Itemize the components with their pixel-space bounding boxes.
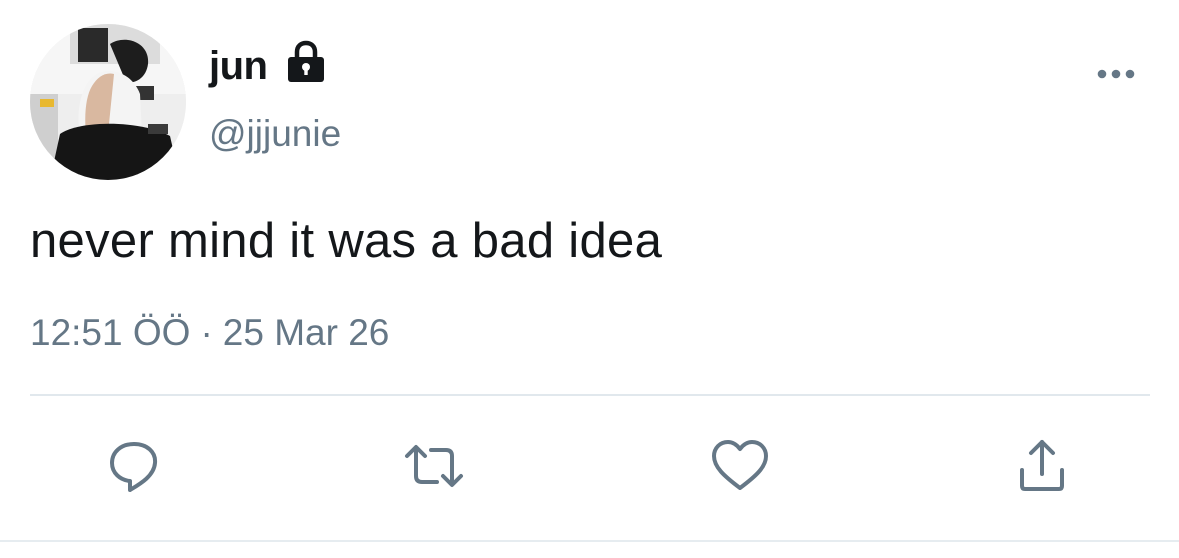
- share-button[interactable]: [1012, 436, 1072, 496]
- tweet-time: 12:51 ÖÖ: [30, 312, 191, 353]
- divider: [30, 394, 1150, 396]
- retweet-button[interactable]: [404, 436, 464, 496]
- heart-icon: [712, 440, 768, 490]
- tweet-timestamp[interactable]: 12:51 ÖÖ · 25 Mar 26: [30, 310, 389, 356]
- reply-button[interactable]: [104, 436, 164, 496]
- tweet-date: 25 Mar 26: [222, 312, 390, 353]
- more-icon[interactable]: [1095, 64, 1137, 84]
- bottom-divider: [0, 540, 1179, 542]
- lock-icon: [285, 40, 327, 84]
- avatar[interactable]: [30, 24, 186, 180]
- reply-icon: [110, 442, 158, 492]
- retweet-icon: [405, 445, 463, 487]
- user-handle[interactable]: @jjjunie: [209, 112, 341, 156]
- avatar-photo: [30, 24, 186, 180]
- tweet-text: never mind it was a bad idea: [30, 214, 663, 268]
- share-icon: [1020, 440, 1064, 491]
- display-name[interactable]: jun: [209, 42, 268, 90]
- meta-separator: ·: [200, 312, 213, 353]
- tweet-card: jun @jjjunie never mind it was a bad ide…: [0, 0, 1179, 558]
- like-button[interactable]: [710, 436, 770, 496]
